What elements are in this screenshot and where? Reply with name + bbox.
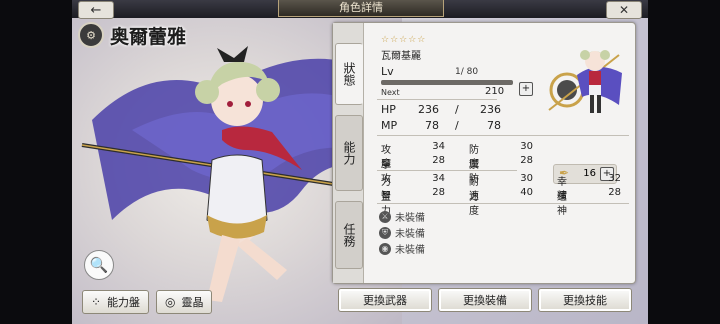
- character-display-name: 奥爾蕾雅: [110, 25, 187, 48]
- panel-tabs: 狀態 能力 任務: [333, 23, 364, 283]
- ability-board-button[interactable]: ⁘ 能力盤: [82, 290, 150, 314]
- stat-value: 28: [520, 155, 533, 166]
- stat-value: 34: [432, 141, 445, 152]
- hp-max: 236: [480, 103, 501, 116]
- stat-value: 28: [432, 187, 445, 198]
- level-label: Lv: [381, 65, 394, 78]
- equipment-slot-label: 未裝備: [395, 229, 425, 240]
- divider: [377, 135, 629, 136]
- stat-label: 速度: [469, 191, 479, 217]
- chibi-portrait-image: [548, 50, 622, 113]
- mp-max: 78: [487, 119, 501, 132]
- tab-status[interactable]: 狀態: [335, 43, 363, 105]
- hp-row: HP 236 / 236: [381, 103, 501, 116]
- next-exp-label: Next: [381, 88, 400, 97]
- stat-value: 28: [432, 155, 445, 166]
- tab-quests-label: 任務: [342, 223, 356, 247]
- crystal-icon: ◎: [165, 295, 176, 309]
- accessory-slot-icon: ◉: [379, 242, 391, 255]
- close-button[interactable]: ✕: [606, 1, 642, 19]
- ability-board-label: 能力盤: [107, 296, 141, 309]
- character-portrait: [537, 35, 627, 123]
- stat-value: 30: [520, 141, 533, 152]
- stat-value: 30: [520, 173, 533, 184]
- divider: [377, 203, 629, 204]
- magnifier-icon: 🔍: [89, 256, 109, 274]
- equipment-slot-label: 未裝備: [395, 245, 425, 256]
- next-exp-value: 210: [485, 86, 505, 97]
- stat-value: 28: [608, 187, 621, 198]
- change-gear-button[interactable]: 更換裝備: [438, 288, 532, 312]
- level-value: 1/ 80: [455, 67, 479, 77]
- hp-separator: /: [455, 103, 459, 116]
- equipment-slot-accessory[interactable]: ◉ 未裝備: [379, 241, 425, 256]
- hp-label: HP: [381, 103, 396, 116]
- weapon-slot-icon: ⚔: [379, 210, 391, 223]
- tab-abilities[interactable]: 能力: [335, 115, 363, 191]
- tab-quests[interactable]: 任務: [335, 201, 363, 269]
- mp-row: MP 78 / 78: [381, 119, 501, 132]
- exp-bar: [381, 80, 513, 85]
- equipment-slot-weapon[interactable]: ⚔ 未裝備: [379, 209, 425, 224]
- tab-abilities-label: 能力: [342, 141, 356, 165]
- mp-label: MP: [381, 119, 398, 132]
- mp-current: 78: [425, 119, 439, 132]
- change-weapon-button[interactable]: 更換武器: [338, 288, 432, 312]
- class-emblem-icon: ⚙: [78, 22, 104, 48]
- zoom-button[interactable]: 🔍: [84, 250, 114, 280]
- change-skill-button[interactable]: 更換技能: [538, 288, 632, 312]
- spirit-crystal-label: 靈晶: [181, 296, 204, 309]
- close-icon: ✕: [618, 3, 630, 17]
- top-bar: ← 角色詳情 ✕: [72, 0, 648, 19]
- hp-current: 236: [418, 103, 439, 116]
- divider: [377, 99, 497, 100]
- stat-label: 精神: [557, 191, 567, 217]
- equipment-slot-label: 未裝備: [395, 213, 425, 224]
- divider: [377, 170, 517, 171]
- back-arrow-icon: ←: [90, 2, 102, 18]
- left-letterbox: [0, 0, 72, 324]
- screen-title: 角色詳情: [278, 0, 444, 17]
- stat-value: 32: [608, 173, 621, 184]
- back-button[interactable]: ←: [78, 1, 114, 19]
- status-panel: 狀態 能力 任務 ☆☆☆☆☆ 瓦爾基麗 Lv 1/ 80 Next 210 +: [332, 22, 636, 284]
- character-detail-screen: ← 角色詳情 ✕ ⚙ 奥爾蕾雅 🔍 ⁘ 能力盤 ◎ 靈晶 狀態 能力 任務 ☆☆…: [72, 0, 648, 324]
- stat-value: 40: [520, 187, 533, 198]
- equipment-slot-armor[interactable]: ⛨ 未裝備: [379, 225, 425, 240]
- spirit-crystal-button[interactable]: ◎ 靈晶: [156, 290, 213, 314]
- rarity-stars: ☆☆☆☆☆: [381, 35, 427, 45]
- armor-slot-icon: ⛨: [379, 226, 391, 239]
- grid-icon: ⁘: [91, 295, 102, 309]
- mp-separator: /: [455, 119, 459, 132]
- right-letterbox: [648, 0, 720, 324]
- stat-value: 34: [432, 173, 445, 184]
- tab-status-label: 狀態: [342, 62, 356, 86]
- character-name-plate: ⚙ 奥爾蕾雅: [78, 22, 186, 48]
- level-up-plus-button[interactable]: +: [519, 82, 533, 96]
- character-class-name: 瓦爾基麗: [381, 51, 421, 62]
